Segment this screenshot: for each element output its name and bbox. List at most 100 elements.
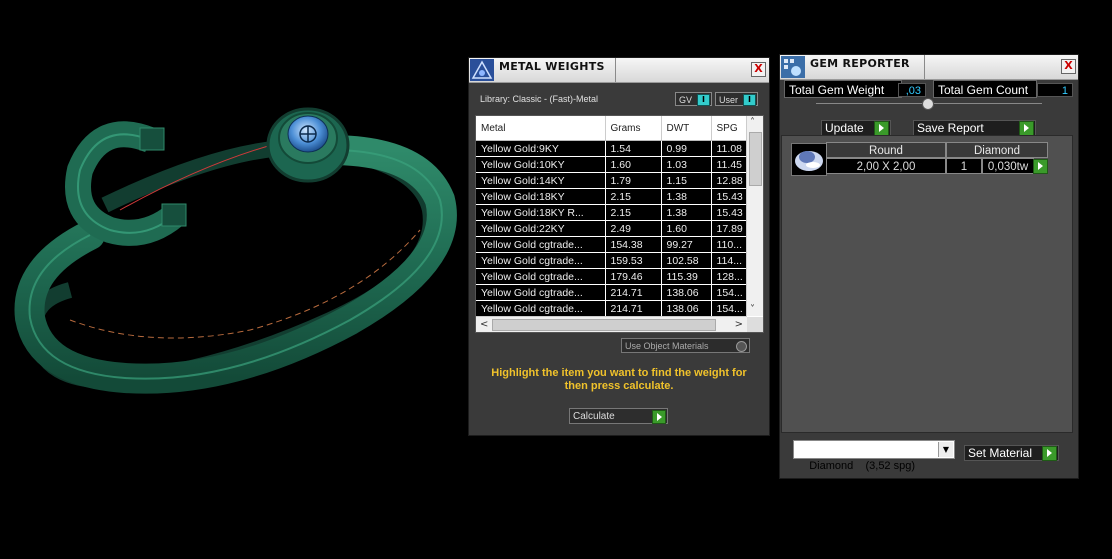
gem-report-area[interactable]: Round Diamond 2,00 X 2,00 1 0,030tw (781, 135, 1073, 433)
metal-weights-close-button[interactable]: X (751, 62, 766, 77)
column-header-dwt[interactable]: DWT (661, 116, 712, 141)
table-row[interactable]: Yellow Gold cgtrade... 179.46 115.39 128... (476, 268, 747, 285)
horizontal-scrollbar[interactable]: < > (476, 316, 747, 332)
scroll-left-arrow-icon[interactable]: < (480, 317, 488, 332)
update-button[interactable]: Update (821, 120, 891, 136)
cell-grams: 1.79 (605, 172, 662, 189)
metal-weights-table[interactable]: Metal Grams DWT SPG Yellow Gold:9KY 1.54 0… (475, 115, 764, 333)
cell-spg: 12.88 (711, 172, 747, 189)
cell-dwt: 1.38 (661, 204, 712, 221)
gem-reporter-logo-icon (781, 56, 805, 78)
update-label: Update (825, 121, 864, 135)
cell-metal: Yellow Gold:22KY (476, 220, 606, 237)
gem-thumbnail-icon[interactable] (791, 143, 827, 176)
cell-dwt: 99.27 (661, 236, 712, 253)
cell-spg: 15.43 (711, 204, 747, 221)
table-row[interactable]: Yellow Gold:9KY 1.54 0.99 11.08 (476, 140, 747, 157)
column-header-spg[interactable]: SPG (711, 116, 747, 141)
cell-grams: 2.49 (605, 220, 662, 237)
cell-metal: Yellow Gold:18KY R... (476, 204, 606, 221)
total-gem-weight-label: Total Gem Weight (784, 80, 902, 98)
table-row[interactable]: Yellow Gold:10KY 1.60 1.03 11.45 (476, 156, 747, 173)
table-row[interactable]: Yellow Gold:18KY 2.15 1.38 15.43 (476, 188, 747, 205)
table-row[interactable]: Yellow Gold cgtrade... 159.53 102.58 114... (476, 252, 747, 269)
user-toggle[interactable]: User I (715, 92, 758, 106)
scroll-up-arrow-icon[interactable]: ˄ (750, 117, 755, 128)
cell-metal: Yellow Gold cgtrade... (476, 300, 606, 317)
cell-dwt: 1.03 (661, 156, 712, 173)
vertical-scroll-thumb[interactable] (749, 132, 762, 186)
cell-metal: Yellow Gold:9KY (476, 140, 606, 157)
table-row[interactable]: Yellow Gold:14KY 1.79 1.15 12.88 (476, 172, 747, 189)
gem-material: Diamond (946, 142, 1048, 158)
column-header-grams[interactable]: Grams (605, 116, 662, 141)
horizontal-scroll-thumb[interactable] (492, 319, 716, 331)
cell-dwt: 115.39 (661, 268, 712, 285)
report-slider[interactable] (816, 98, 1042, 110)
cell-spg: 11.08 (711, 140, 747, 157)
slider-knob[interactable] (922, 98, 934, 110)
play-icon (1033, 159, 1048, 174)
table-row[interactable]: Yellow Gold:18KY R... 2.15 1.38 15.43 (476, 204, 747, 221)
cell-spg: 17.89 (711, 220, 747, 237)
use-object-materials-label: Use Object Materials (625, 341, 709, 351)
cell-dwt: 102.58 (661, 252, 712, 269)
cell-dwt: 138.06 (661, 284, 712, 301)
gem-count: 1 (946, 158, 982, 174)
set-material-label: Set Material (968, 446, 1033, 460)
cell-metal: Yellow Gold:14KY (476, 172, 606, 189)
table-row[interactable]: Yellow Gold cgtrade... 214.71 138.06 154... (476, 284, 747, 301)
radio-circle-icon (736, 341, 747, 352)
scroll-right-arrow-icon[interactable]: > (735, 317, 743, 332)
play-icon (874, 121, 889, 136)
bangle-model (14, 107, 457, 394)
cell-metal: Yellow Gold cgtrade... (476, 252, 606, 269)
cell-spg: 154... (711, 284, 747, 301)
chevron-down-icon[interactable]: ▼ (938, 442, 953, 457)
use-object-materials-toggle[interactable]: Use Object Materials (621, 338, 750, 353)
cell-spg: 15.43 (711, 188, 747, 205)
table-row[interactable]: Yellow Gold cgtrade... 214.71 138.06 154... (476, 300, 747, 317)
titlebar-divider (924, 55, 925, 79)
cell-spg: 114... (711, 252, 747, 269)
gem-reporter-panel: GEM REPORTER X Total Gem Weight ,03 Tota… (779, 54, 1079, 479)
table-header-row: Metal Grams DWT SPG (476, 116, 747, 141)
gem-shape: Round (826, 142, 946, 158)
cell-dwt: 138.06 (661, 300, 712, 317)
cell-spg: 110... (711, 236, 747, 253)
user-toggle-knob: I (743, 94, 756, 106)
gv-toggle[interactable]: GV I (675, 92, 712, 106)
cell-grams: 2.15 (605, 204, 662, 221)
cell-grams: 159.53 (605, 252, 662, 269)
gem-reporter-close-button[interactable]: X (1061, 59, 1076, 74)
library-label: Library: Classic - (Fast)-Metal (480, 94, 599, 104)
cell-metal: Yellow Gold:18KY (476, 188, 606, 205)
scroll-down-arrow-icon[interactable]: ˅ (750, 304, 755, 315)
cell-dwt: 1.60 (661, 220, 712, 237)
total-gem-weight-value: ,03 (898, 83, 926, 97)
cell-metal: Yellow Gold cgtrade... (476, 284, 606, 301)
material-select[interactable]: Diamond (3,52 spg) ▼ (793, 440, 955, 472)
cell-metal: Yellow Gold cgtrade... (476, 236, 606, 253)
titlebar-divider (615, 58, 616, 82)
save-report-button[interactable]: Save Report (913, 120, 1036, 136)
play-icon (1019, 121, 1034, 136)
play-icon (1042, 446, 1057, 461)
gem-size: 2,00 X 2,00 (826, 158, 946, 174)
vertical-scrollbar[interactable]: ˄ ˅ (746, 116, 763, 316)
gem-row-play-button[interactable] (1033, 158, 1048, 174)
set-material-button[interactable]: Set Material (964, 445, 1059, 461)
cell-spg: 11.45 (711, 156, 747, 173)
table-row[interactable]: Yellow Gold:22KY 2.49 1.60 17.89 (476, 220, 747, 237)
gem-reporter-titlebar[interactable]: GEM REPORTER X (780, 55, 1078, 80)
play-icon (652, 410, 666, 424)
calculate-button[interactable]: Calculate (569, 408, 668, 424)
cell-grams: 1.60 (605, 156, 662, 173)
cell-dwt: 0.99 (661, 140, 712, 157)
metal-weights-titlebar[interactable]: METAL WEIGHTS X (469, 58, 769, 83)
user-toggle-label: User (719, 95, 739, 105)
table-row[interactable]: Yellow Gold cgtrade... 154.38 99.27 110... (476, 236, 747, 253)
column-header-metal[interactable]: Metal (476, 116, 606, 141)
save-report-label: Save Report (917, 121, 984, 135)
3d-viewport[interactable] (0, 0, 465, 555)
